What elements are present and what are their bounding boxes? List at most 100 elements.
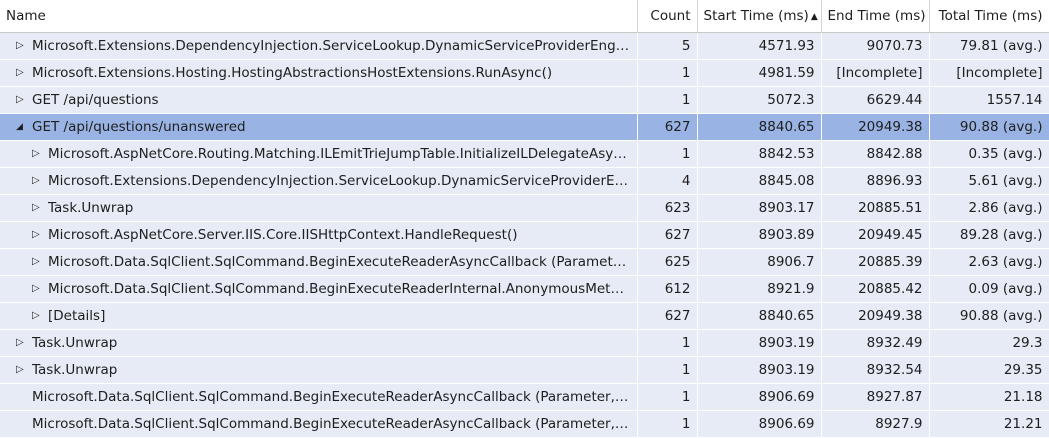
- name-cell: Microsoft.Data.SqlClient.SqlCommand.Begi…: [0, 410, 638, 438]
- row-total-time: 0.09 (avg.): [929, 275, 1049, 303]
- row-name: Microsoft.Extensions.Hosting.HostingAbst…: [32, 64, 553, 81]
- column-header-start-time-label: Start Time (ms): [703, 7, 809, 24]
- row-total-time: 2.63 (avg.): [929, 248, 1049, 276]
- row-total-time: 29.3: [929, 329, 1049, 357]
- table-row[interactable]: Microsoft.Data.SqlClient.SqlCommand.Begi…: [0, 383, 1049, 411]
- name-cell: Microsoft.Data.SqlClient.SqlCommand.Begi…: [0, 248, 638, 276]
- column-header-name[interactable]: Name: [0, 0, 638, 33]
- table-row[interactable]: Microsoft.Data.SqlClient.SqlCommand.Begi…: [0, 275, 1049, 303]
- name-cell: GET /api/questions/unanswered: [0, 113, 638, 141]
- row-end-time: 20949.38: [821, 113, 930, 141]
- column-header-name-label: Name: [6, 7, 46, 24]
- expand-arrow-icon[interactable]: [16, 68, 32, 78]
- row-total-time: 29.35: [929, 356, 1049, 384]
- row-count: 1: [637, 329, 698, 357]
- row-start-time: 4571.93: [697, 32, 822, 60]
- table-body: Microsoft.Extensions.DependencyInjection…: [0, 32, 1049, 438]
- column-header-count[interactable]: Count: [637, 0, 698, 33]
- row-count: 612: [637, 275, 698, 303]
- column-header-count-label: Count: [650, 7, 691, 24]
- row-end-time: 20885.39: [821, 248, 930, 276]
- row-end-time: 20885.42: [821, 275, 930, 303]
- row-count: 625: [637, 248, 698, 276]
- row-count: 5: [637, 32, 698, 60]
- expand-arrow-icon[interactable]: [32, 311, 48, 321]
- name-cell: [Details]: [0, 302, 638, 330]
- name-cell: Microsoft.Data.SqlClient.SqlCommand.Begi…: [0, 383, 638, 411]
- row-name: Microsoft.Extensions.DependencyInjection…: [48, 172, 631, 189]
- row-start-time: 8840.65: [697, 113, 822, 141]
- row-count: 1: [637, 86, 698, 114]
- row-end-time: 8927.9: [821, 410, 930, 438]
- row-start-time: 8903.19: [697, 356, 822, 384]
- table-row[interactable]: GET /api/questions 15072.36629.441557.14: [0, 86, 1049, 114]
- row-total-time: 2.86 (avg.): [929, 194, 1049, 222]
- row-count: 1: [637, 383, 698, 411]
- row-start-time: 8903.17: [697, 194, 822, 222]
- row-end-time: 6629.44: [821, 86, 930, 114]
- row-name: Microsoft.AspNetCore.Routing.Matching.IL…: [48, 145, 631, 162]
- name-cell: GET /api/questions: [0, 86, 638, 114]
- row-start-time: 8842.53: [697, 140, 822, 168]
- row-count: 1: [637, 140, 698, 168]
- name-cell: Microsoft.Data.SqlClient.SqlCommand.Begi…: [0, 275, 638, 303]
- expand-arrow-icon[interactable]: [32, 257, 48, 267]
- row-end-time: 8842.88: [821, 140, 930, 168]
- table-row[interactable]: Microsoft.Extensions.DependencyInjection…: [0, 32, 1049, 60]
- table-row[interactable]: Microsoft.AspNetCore.Server.IIS.Core.IIS…: [0, 221, 1049, 249]
- row-start-time: 8840.65: [697, 302, 822, 330]
- row-start-time: 8903.19: [697, 329, 822, 357]
- row-count: 627: [637, 302, 698, 330]
- row-name: Microsoft.Data.SqlClient.SqlCommand.Begi…: [48, 253, 631, 270]
- row-end-time: 8896.93: [821, 167, 930, 195]
- table-row[interactable]: Microsoft.Data.SqlClient.SqlCommand.Begi…: [0, 410, 1049, 438]
- row-total-time: 90.88 (avg.): [929, 302, 1049, 330]
- row-name: Task.Unwrap: [32, 361, 118, 378]
- expand-arrow-icon[interactable]: [32, 284, 48, 294]
- name-cell: Microsoft.Extensions.Hosting.HostingAbst…: [0, 59, 638, 87]
- table-row[interactable]: Microsoft.Data.SqlClient.SqlCommand.Begi…: [0, 248, 1049, 276]
- name-cell: Task.Unwrap: [0, 194, 638, 222]
- row-start-time: 8903.89: [697, 221, 822, 249]
- table-row[interactable]: [Details] 6278840.6520949.3890.88 (avg.): [0, 302, 1049, 330]
- expand-arrow-icon[interactable]: [16, 338, 32, 348]
- name-cell: Microsoft.AspNetCore.Routing.Matching.IL…: [0, 140, 638, 168]
- expand-arrow-icon[interactable]: [32, 203, 48, 213]
- collapse-arrow-icon[interactable]: [16, 122, 32, 132]
- column-header-total-time[interactable]: Total Time (ms): [929, 0, 1049, 33]
- table-row[interactable]: Microsoft.Extensions.DependencyInjection…: [0, 167, 1049, 195]
- expand-arrow-icon[interactable]: [16, 365, 32, 375]
- row-name: Microsoft.Data.SqlClient.SqlCommand.Begi…: [32, 415, 631, 432]
- table-row[interactable]: Task.Unwrap 18903.198932.4929.3: [0, 329, 1049, 357]
- row-name: GET /api/questions: [32, 91, 159, 108]
- expand-arrow-icon[interactable]: [16, 95, 32, 105]
- sort-ascending-icon: ▲: [810, 11, 818, 22]
- expand-arrow-icon[interactable]: [16, 41, 32, 51]
- row-start-time: 5072.3: [697, 86, 822, 114]
- expand-arrow-icon[interactable]: [32, 176, 48, 186]
- row-name: [Details]: [48, 307, 106, 324]
- table-row[interactable]: Microsoft.AspNetCore.Routing.Matching.IL…: [0, 140, 1049, 168]
- row-end-time: 9070.73: [821, 32, 930, 60]
- table-row[interactable]: Task.Unwrap 18903.198932.5429.35: [0, 356, 1049, 384]
- row-name: Task.Unwrap: [48, 199, 134, 216]
- table-row[interactable]: Task.Unwrap 6238903.1720885.512.86 (avg.): [0, 194, 1049, 222]
- table-row[interactable]: Microsoft.Extensions.Hosting.HostingAbst…: [0, 59, 1049, 87]
- name-cell: Task.Unwrap: [0, 329, 638, 357]
- row-name: Microsoft.Extensions.DependencyInjection…: [32, 37, 631, 54]
- row-total-time: 89.28 (avg.): [929, 221, 1049, 249]
- table-row[interactable]: GET /api/questions/unanswered 6278840.652…: [0, 113, 1049, 141]
- name-cell: Microsoft.Extensions.DependencyInjection…: [0, 167, 638, 195]
- column-header-start-time[interactable]: Start Time (ms) ▲: [697, 0, 822, 33]
- row-end-time: 20885.51: [821, 194, 930, 222]
- row-start-time: 8906.69: [697, 410, 822, 438]
- column-header-end-time-label: End Time (ms): [827, 7, 926, 24]
- row-total-time: 5.61 (avg.): [929, 167, 1049, 195]
- expand-arrow-icon[interactable]: [32, 149, 48, 159]
- row-count: 1: [637, 410, 698, 438]
- column-header-end-time[interactable]: End Time (ms): [821, 0, 930, 33]
- events-table: Name Count Start Time (ms) ▲ End Time (ms…: [0, 0, 1049, 438]
- row-end-time: 20949.38: [821, 302, 930, 330]
- expand-arrow-icon[interactable]: [32, 230, 48, 240]
- name-cell: Microsoft.AspNetCore.Server.IIS.Core.IIS…: [0, 221, 638, 249]
